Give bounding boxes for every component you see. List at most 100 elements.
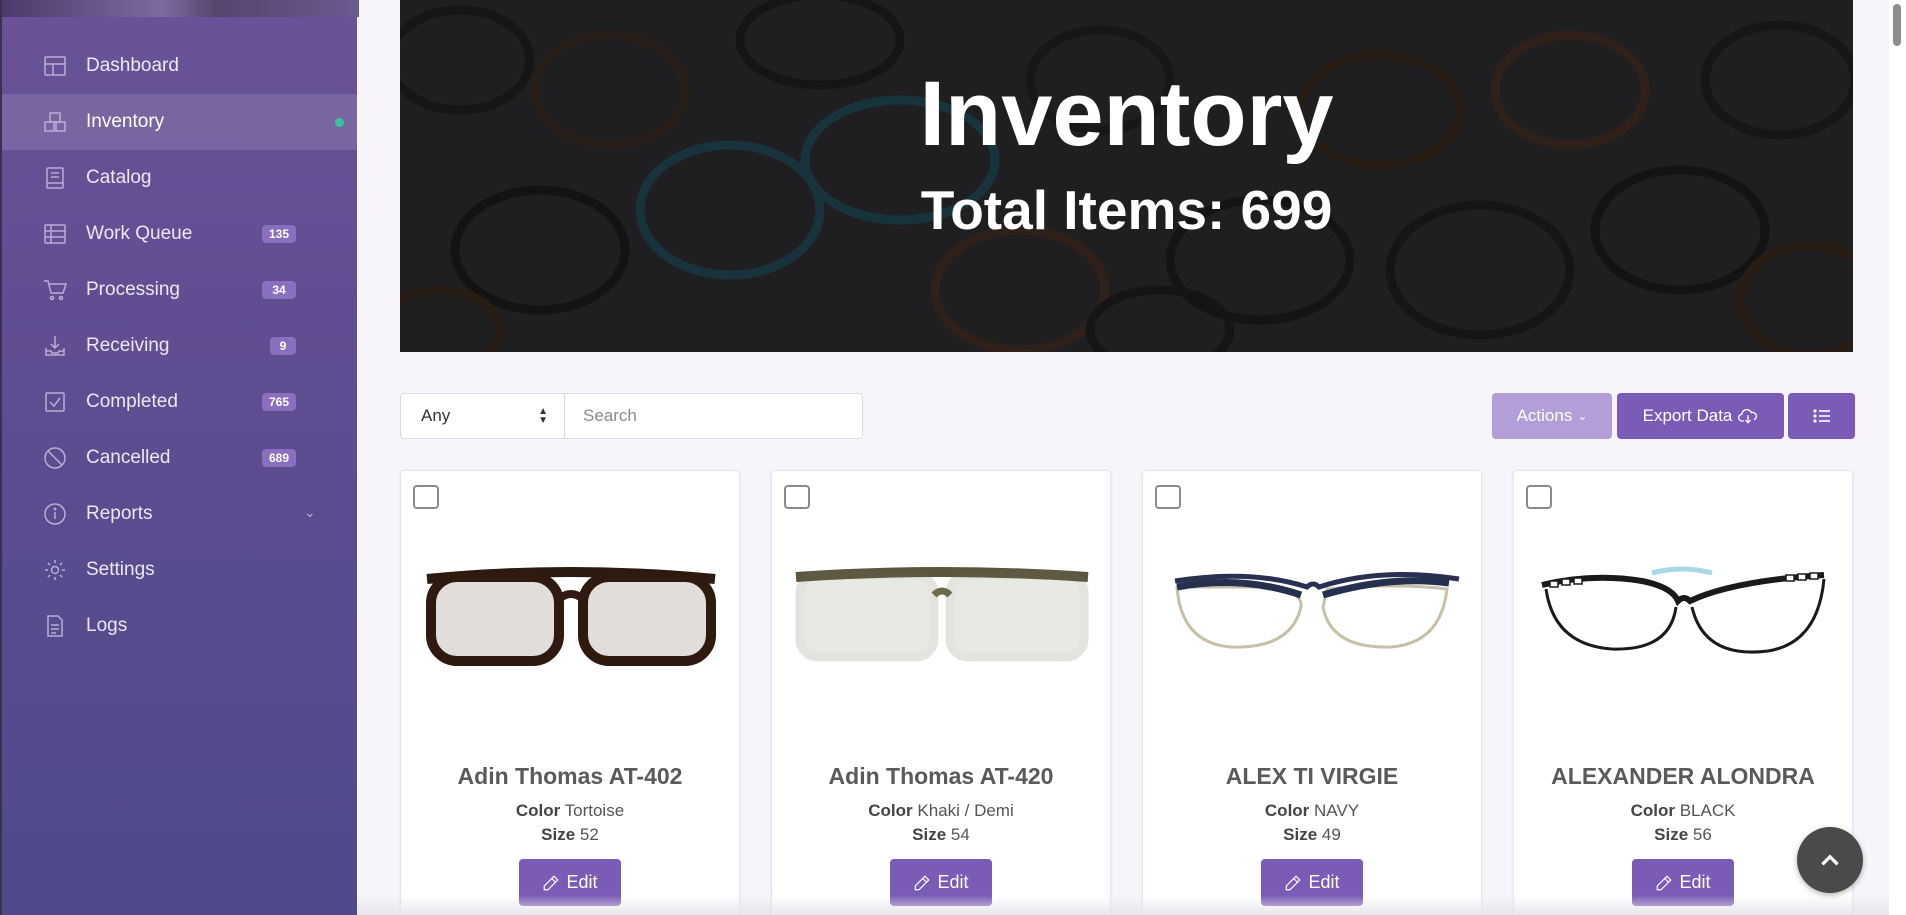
sidebar-item-settings[interactable]: Settings	[2, 542, 359, 598]
bottom-fade	[357, 895, 1889, 915]
sidebar-item-catalog[interactable]: Catalog	[2, 150, 359, 206]
product-name: ALEXANDER ALONDRA	[1551, 763, 1815, 789]
product-card: Adin Thomas AT-420 Color Khaki / Demi Si…	[771, 470, 1111, 915]
product-name: Adin Thomas AT-420	[828, 763, 1054, 789]
sidebar-item-label: Logs	[86, 615, 128, 636]
eyeglasses-background-image	[400, 0, 1853, 352]
export-button-label: Export Data	[1642, 406, 1733, 425]
product-color: Color Tortoise	[401, 801, 739, 821]
size-value: 54	[950, 825, 970, 844]
product-card: ALEX TI VIRGIE Color NAVY Size 49 Edit	[1142, 470, 1482, 915]
sidebar-nav: Dashboard Inventory Catalog Work Queue 1…	[2, 38, 359, 654]
size-label: Size	[1283, 825, 1318, 844]
pencil-icon	[915, 874, 931, 890]
size-value: 52	[579, 825, 599, 844]
size-value: 56	[1692, 825, 1712, 844]
sidebar-item-cancelled[interactable]: Cancelled 689	[2, 430, 359, 486]
select-checkbox[interactable]	[413, 485, 439, 509]
actions-button-label: Actions	[1516, 406, 1573, 425]
color-label: Color	[868, 801, 913, 820]
edit-button-label: Edit	[1679, 872, 1711, 892]
sidebar-item-label: Dashboard	[86, 55, 179, 76]
sidebar-item-receiving[interactable]: Receiving 9	[2, 318, 359, 374]
search-input[interactable]	[565, 393, 863, 439]
work-queue-icon	[42, 222, 68, 246]
cancel-icon	[42, 446, 68, 470]
product-name: Adin Thomas AT-402	[457, 763, 683, 789]
sidebar-item-label: Work Queue	[86, 223, 193, 244]
product-image	[1174, 572, 1460, 649]
product-size: Size 54	[772, 825, 1110, 845]
color-value: BLACK	[1679, 801, 1736, 820]
inventory-icon	[42, 110, 68, 134]
receiving-count-badge: 9	[270, 337, 296, 355]
cloud-download-icon	[1738, 407, 1758, 425]
filter-select-value: Any	[421, 406, 451, 425]
chevron-down-icon[interactable]: ⌄	[304, 504, 316, 521]
processing-count-badge: 34	[262, 281, 296, 299]
color-value: Tortoise	[564, 801, 625, 820]
check-square-icon	[42, 390, 68, 414]
actions-dropdown-button[interactable]: Actions ⌄	[1492, 393, 1612, 439]
export-data-button[interactable]: Export Data	[1617, 393, 1784, 439]
sidebar-item-reports[interactable]: Reports ⌄	[2, 486, 359, 542]
sidebar-header-image	[2, 0, 359, 17]
sidebar-item-processing[interactable]: Processing 34	[2, 262, 359, 318]
sidebar-item-label: Settings	[86, 559, 155, 580]
sort-arrows-icon: ▲ ▼	[538, 406, 548, 426]
back-to-top-button[interactable]	[1797, 827, 1863, 893]
product-image	[795, 567, 1089, 662]
completed-count-badge: 765	[262, 393, 296, 411]
gear-icon	[42, 558, 68, 582]
receiving-icon	[42, 334, 68, 358]
edit-button-label: Edit	[1308, 872, 1340, 892]
product-color: Color NAVY	[1143, 801, 1481, 821]
edit-button-label: Edit	[566, 872, 598, 892]
product-size: Size 52	[401, 825, 739, 845]
info-icon	[42, 502, 68, 526]
sidebar: Dashboard Inventory Catalog Work Queue 1…	[0, 0, 359, 915]
hero-banner: Inventory Total Items: 699	[400, 0, 1853, 352]
select-checkbox[interactable]	[1526, 485, 1552, 509]
filter-select[interactable]: Any ▲ ▼	[400, 393, 565, 439]
total-items-count: Total Items: 699	[920, 179, 1333, 241]
product-image	[1541, 566, 1826, 654]
edit-button-label: Edit	[937, 872, 969, 892]
pencil-icon	[544, 874, 560, 890]
sidebar-item-label: Completed	[86, 391, 178, 412]
page-title: Inventory	[919, 63, 1334, 165]
sidebar-item-label: Catalog	[86, 167, 152, 188]
scrollbar-thumb[interactable]	[1893, 4, 1901, 46]
color-label: Color	[1630, 801, 1675, 820]
size-value: 49	[1321, 825, 1341, 844]
sidebar-item-dashboard[interactable]: Dashboard	[2, 38, 359, 94]
active-indicator-dot	[335, 118, 344, 127]
vertical-scrollbar[interactable]	[1889, 0, 1906, 915]
cancelled-count-badge: 689	[262, 449, 296, 467]
select-checkbox[interactable]	[1155, 485, 1181, 509]
size-label: Size	[1654, 825, 1689, 844]
sidebar-item-work-queue[interactable]: Work Queue 135	[2, 206, 359, 262]
document-icon	[42, 614, 68, 638]
product-card: Adin Thomas AT-402 Color Tortoise Size 5…	[400, 470, 740, 915]
product-size: Size 49	[1143, 825, 1481, 845]
select-checkbox[interactable]	[784, 485, 810, 509]
color-label: Color	[515, 801, 561, 820]
chevron-down-icon: ⌄	[1577, 409, 1588, 423]
cart-icon	[42, 278, 68, 302]
product-image	[426, 567, 716, 666]
list-view-button[interactable]	[1788, 393, 1855, 439]
work-queue-count-badge: 135	[262, 225, 296, 243]
dashboard-icon	[42, 54, 68, 78]
sidebar-item-inventory[interactable]: Inventory	[2, 94, 359, 150]
sidebar-item-label: Inventory	[86, 111, 165, 132]
color-label: Color	[1264, 801, 1310, 820]
sidebar-item-completed[interactable]: Completed 765	[2, 374, 359, 430]
pencil-icon	[1657, 874, 1673, 890]
sidebar-item-logs[interactable]: Logs	[2, 598, 359, 654]
pencil-icon	[1286, 874, 1302, 890]
sidebar-item-label: Processing	[86, 279, 180, 300]
sidebar-item-label: Receiving	[86, 335, 170, 356]
color-value: Khaki / Demi	[917, 801, 1014, 820]
main-content: Inventory Total Items: 699 Any ▲▼ Action…	[357, 0, 1906, 915]
